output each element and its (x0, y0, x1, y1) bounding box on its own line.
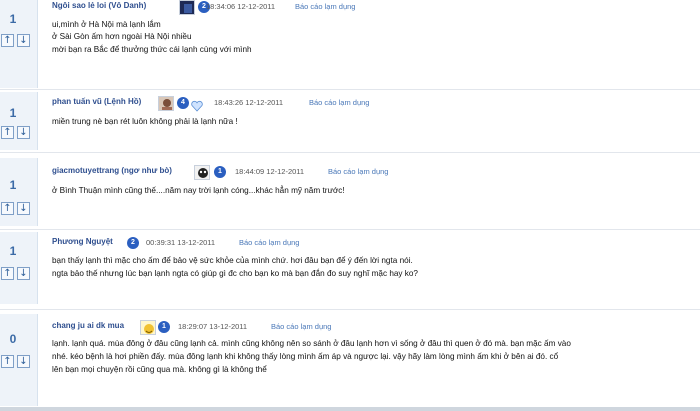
level-badge: 4 (177, 97, 189, 109)
divider (0, 309, 700, 310)
avatar-image (180, 1, 194, 14)
comment-text-line: lên bạn mọi chuyện rồi cũng qua mà. khôn… (52, 365, 267, 374)
timestamp: 18:43:26 12-12-2011 (214, 98, 284, 107)
comment-item: 1 ↑ ↓ Phương Nguyệt 2 00:39:31 13-12-201… (0, 232, 700, 304)
avatar[interactable] (158, 96, 174, 111)
report-abuse-link[interactable]: Báo cáo lạm dụng (271, 322, 331, 331)
comment-item: 1 ↑ ↓ giacmotuyettrang (ngơ như bò) 1 18… (0, 158, 700, 226)
divider (0, 229, 700, 230)
comment-text-line: ui,mình ở Hà Nội mà lạnh lắm (52, 20, 161, 29)
vote-count: 1 (9, 244, 17, 258)
arrow-down-icon: ↓ (19, 356, 28, 367)
level-badge: 2 (127, 237, 139, 249)
upvote-button[interactable]: ↑ (1, 267, 14, 280)
arrow-up-icon: ↑ (3, 127, 12, 138)
vote-count: 1 (9, 12, 17, 26)
avatar-image (159, 97, 173, 110)
vote-count: 1 (9, 178, 17, 192)
comment-text-line: ở Bình Thuận mình cũng thế....năm nay tr… (52, 186, 345, 195)
comment-item: 1 ↑ ↓ Ngôi sao lẻ loi (Vô Danh) 2 18:34:… (0, 0, 700, 88)
upvote-button[interactable]: ↑ (1, 355, 14, 368)
arrow-down-icon: ↓ (19, 35, 28, 46)
comment-text-line: mời bạn ra Bắc để thưởng thức cái lạnh c… (52, 45, 252, 54)
report-abuse-link[interactable]: Báo cáo lạm dụng (328, 167, 388, 176)
comment-text-line: miền trung nè bạn rét luôn không phải là… (52, 117, 238, 126)
report-abuse-link[interactable]: Báo cáo lạm dụng (309, 98, 369, 107)
vote-count: 0 (9, 332, 17, 346)
arrow-up-icon: ↑ (3, 356, 12, 367)
report-abuse-link[interactable]: Báo cáo lạm dụng (295, 2, 355, 11)
comment-text-line: ngta bảo thế nhưng lúc bạn lạnh ngta có … (52, 269, 418, 278)
vote-count: 1 (9, 106, 17, 120)
avatar[interactable] (179, 0, 195, 15)
avatar-image (195, 166, 209, 179)
upvote-button[interactable]: ↑ (1, 34, 14, 47)
downvote-button[interactable]: ↓ (17, 267, 30, 280)
timestamp: 18:34:06 12-12-2011 (206, 2, 276, 11)
vote-panel: 1 ↑ ↓ (0, 158, 38, 226)
report-abuse-link[interactable]: Báo cáo lạm dụng (239, 238, 299, 247)
comment-item: 0 ↑ ↓ chang ju ai dk mua 1 18:29:07 13-1… (0, 314, 700, 406)
arrow-down-icon: ↓ (19, 127, 28, 138)
arrow-down-icon: ↓ (19, 268, 28, 279)
comment-thread: 1 ↑ ↓ Ngôi sao lẻ loi (Vô Danh) 2 18:34:… (0, 0, 700, 411)
heart-icon (191, 97, 203, 116)
vote-panel: 1 ↑ ↓ (0, 0, 38, 88)
author-name[interactable]: phan tuấn vũ (Lệnh Hồ) (52, 97, 141, 106)
timestamp: 18:29:07 13-12-2011 (178, 322, 248, 331)
avatar[interactable] (140, 320, 156, 335)
downvote-button[interactable]: ↓ (17, 355, 30, 368)
level-badge: 1 (214, 166, 226, 178)
downvote-button[interactable]: ↓ (17, 126, 30, 139)
comment-text-line: ở Sài Gòn ấm hơn ngoài Hà Nội nhiều (52, 32, 192, 41)
author-name[interactable]: Phương Nguyệt (52, 237, 113, 246)
comment-text-line: bạn thấy lạnh thì mặc cho ấm để bảo vệ s… (52, 256, 413, 265)
author-name[interactable]: Ngôi sao lẻ loi (Vô Danh) (52, 1, 146, 10)
comment-text-line: lạnh. lạnh quá. mùa đông ở đâu cũng lạnh… (52, 339, 571, 348)
avatar-image (141, 321, 155, 334)
divider (0, 89, 700, 90)
upvote-button[interactable]: ↑ (1, 126, 14, 139)
downvote-button[interactable]: ↓ (17, 202, 30, 215)
arrow-up-icon: ↑ (3, 268, 12, 279)
timestamp: 00:39:31 13-12-2011 (146, 238, 216, 247)
comment-text-line: nhé. kéo bệnh là hơi phiền đấy. mùa đông… (52, 352, 559, 361)
arrow-up-icon: ↑ (3, 203, 12, 214)
level-badge: 1 (158, 321, 170, 333)
divider (0, 152, 700, 153)
upvote-button[interactable]: ↑ (1, 202, 14, 215)
avatar[interactable] (194, 165, 210, 180)
arrow-up-icon: ↑ (3, 35, 12, 46)
bottom-border (0, 407, 700, 411)
vote-panel: 1 ↑ ↓ (0, 232, 38, 304)
timestamp: 18:44:09 12-12-2011 (235, 167, 305, 176)
arrow-down-icon: ↓ (19, 203, 28, 214)
author-name[interactable]: giacmotuyettrang (ngơ như bò) (52, 166, 172, 175)
vote-panel: 0 ↑ ↓ (0, 314, 38, 406)
vote-panel: 1 ↑ ↓ (0, 92, 38, 150)
comment-item: 1 ↑ ↓ phan tuấn vũ (Lệnh Hồ) 4 18:43:26 … (0, 92, 700, 150)
downvote-button[interactable]: ↓ (17, 34, 30, 47)
author-name[interactable]: chang ju ai dk mua (52, 321, 124, 330)
